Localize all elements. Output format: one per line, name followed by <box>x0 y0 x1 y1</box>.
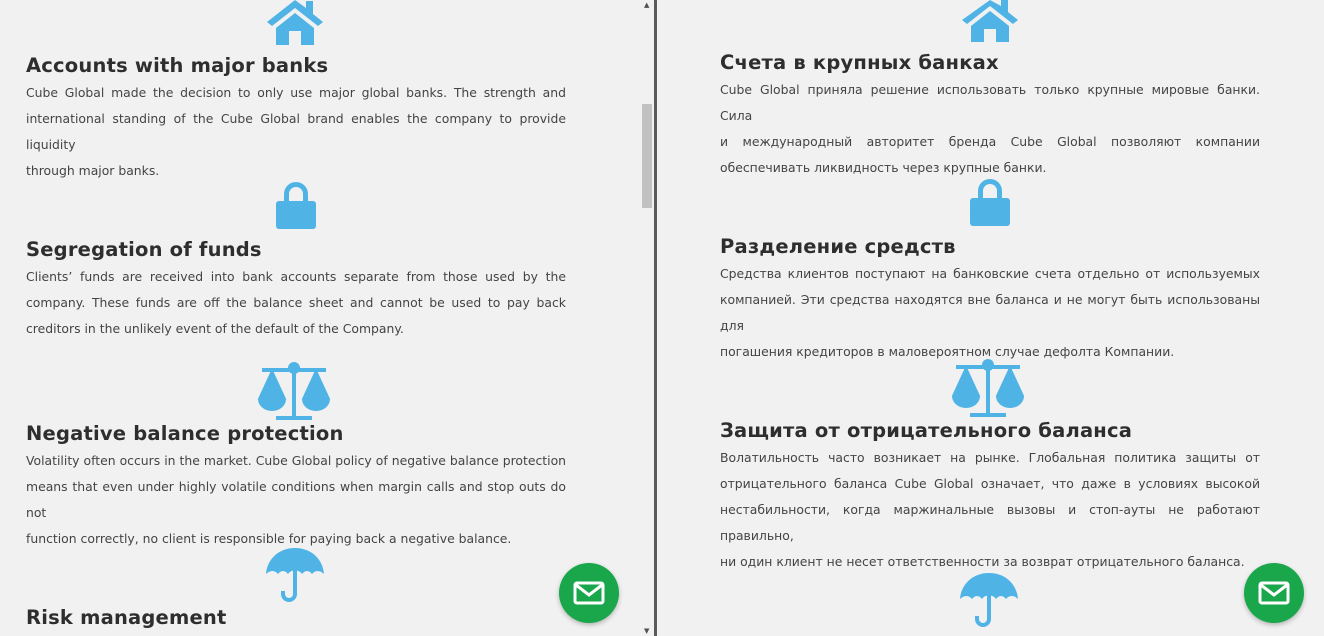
vertical-scrollbar[interactable]: ▲ ▼ <box>640 0 654 636</box>
feature-title-negative-balance: Negative balance protection <box>26 422 344 445</box>
umbrella-icon <box>266 548 324 602</box>
lock-icon <box>970 179 1010 226</box>
feature-text-negative-balance: Volatility often occurs in the market. C… <box>26 453 566 546</box>
scroll-up-arrow-icon[interactable]: ▲ <box>644 1 649 9</box>
russian-pane: Счета в крупных банках Cube Global приня… <box>657 0 1324 636</box>
feature-title-negative-balance: Защита от отрицательного баланса <box>720 419 1133 442</box>
feature-title-accounts: Accounts with major banks <box>26 54 329 77</box>
feature-text-negative-balance: Волатильность часто возникает на рынке. … <box>720 450 1260 569</box>
feature-text-segregation: Средства клиентов поступают на банковски… <box>720 266 1260 359</box>
feature-title-risk-management: Risk management <box>26 606 227 629</box>
feature-title-accounts: Счета в крупных банках <box>720 51 999 74</box>
scroll-down-arrow-icon[interactable]: ▼ <box>644 627 649 635</box>
feature-title-segregation: Разделение средств <box>720 235 956 258</box>
umbrella-icon <box>960 573 1018 627</box>
feature-text-accounts: Cube Global made the decision to only us… <box>26 85 566 178</box>
mail-icon <box>1258 581 1290 605</box>
lock-icon <box>276 182 316 229</box>
house-icon <box>962 0 1018 42</box>
house-icon <box>267 0 323 45</box>
scales-icon <box>257 362 331 420</box>
mail-icon <box>573 581 605 605</box>
scroll-thumb[interactable] <box>642 104 652 208</box>
feature-text-accounts: Cube Global приняла решение использовать… <box>720 82 1260 175</box>
feature-title-segregation: Segregation of funds <box>26 238 262 261</box>
feature-text-segregation: Clients’ funds are received into bank ac… <box>26 269 566 336</box>
contact-mail-button[interactable] <box>1244 563 1304 623</box>
contact-mail-button[interactable] <box>559 563 619 623</box>
english-pane: Accounts with major banks Cube Global ma… <box>0 0 640 636</box>
scales-icon <box>951 359 1025 417</box>
